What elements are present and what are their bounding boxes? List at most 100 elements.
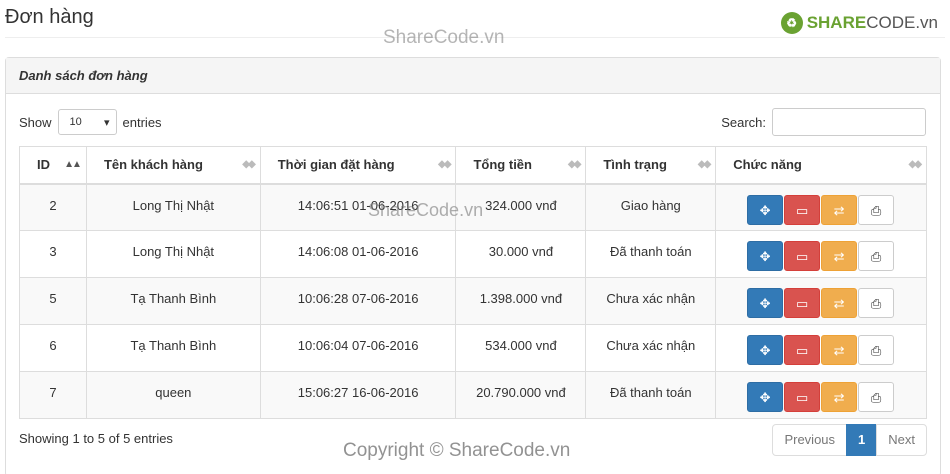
swap-button[interactable]: ⇄ — [821, 335, 858, 365]
search-control: Search: — [721, 108, 926, 136]
swap-button[interactable]: ⇄ — [821, 241, 858, 271]
next-button[interactable]: Next — [876, 424, 927, 456]
page-1-button[interactable]: 1 — [846, 424, 878, 456]
print-button[interactable]: ⎙ — [858, 194, 895, 225]
card-button[interactable]: ▭ — [784, 335, 821, 365]
search-input[interactable] — [772, 108, 926, 136]
swap-button[interactable]: ⇄ — [821, 382, 858, 412]
sort-icon: ◆◆ — [438, 159, 451, 170]
logo-share: SHARE — [806, 13, 867, 32]
panel-heading: Danh sách đơn hàng — [6, 58, 940, 94]
table-row: 7 queen 15:06:27 16-06-2016 20.790.000 vnđ Đ… — [19, 371, 927, 419]
sort-icon: ◆◆ — [908, 159, 922, 170]
view-button[interactable]: ✥ — [747, 194, 784, 225]
swap-button[interactable]: ⇄ — [821, 194, 858, 225]
row-actions: ✥ ▭ ⇄ ⎙ — [715, 371, 927, 419]
sort-icon: ◆◆ — [697, 159, 711, 170]
col-time-header[interactable]: Thời gian đặt hàng ◆◆ — [259, 146, 457, 185]
row-actions: ✥ ▭ ⇄ ⎙ — [715, 183, 927, 231]
table-row: 6 Tạ Thanh Bình 10:06:04 07-06-2016 534.000… — [19, 324, 927, 372]
row-customer: Tạ Thanh Bình — [85, 277, 261, 325]
header-label: Chức năng — [733, 157, 802, 173]
orders-table: ID ▲▲ Tên khách hàng ◆◆ Thời gian đặt hàng ◆◆… — [19, 146, 927, 419]
row-status: Chưa xác nhận — [585, 277, 717, 325]
header-label: Thời gian đặt hàng — [277, 157, 395, 173]
table-info: Showing 1 to 5 of 5 entries — [19, 431, 173, 446]
entries-value: 10 — [69, 116, 82, 128]
previous-button[interactable]: Previous — [772, 424, 848, 456]
search-label: Search: — [721, 114, 766, 130]
row-total: 324.000 vnđ — [455, 183, 587, 231]
row-id: 2 — [19, 183, 87, 231]
row-time: 14:06:51 01-06-2016 — [259, 183, 457, 231]
table-row: 2 Long Thị Nhật 14:06:51 01-06-2016 324.000… — [19, 183, 927, 231]
col-id-header[interactable]: ID ▲▲ — [19, 146, 87, 185]
view-button[interactable]: ✥ — [747, 241, 784, 271]
row-total: 30.000 vnđ — [455, 230, 587, 278]
sort-icon: ▲▲ — [64, 159, 82, 170]
caret-down-icon: ▾ — [104, 116, 110, 129]
row-customer: Tạ Thanh Bình — [85, 324, 261, 372]
row-time: 10:06:04 07-06-2016 — [259, 324, 457, 372]
row-time: 10:06:28 07-06-2016 — [259, 277, 457, 325]
header-label: Tên khách hàng — [103, 157, 203, 173]
row-id: 6 — [19, 324, 87, 372]
page-title: Đơn hàng — [5, 6, 94, 28]
entries-select[interactable]: 10 ▾ — [57, 109, 117, 135]
table-row: 3 Long Thị Nhật 14:06:08 01-06-2016 30.000 … — [19, 230, 927, 278]
header-label: ID — [37, 157, 50, 173]
recycle-icon: ♻ — [780, 12, 803, 34]
header-label: Tình trạng — [603, 157, 667, 173]
row-actions: ✥ ▭ ⇄ ⎙ — [715, 230, 927, 278]
row-status: Đã thanh toán — [585, 371, 717, 419]
row-total: 534.000 vnđ — [455, 324, 587, 372]
print-button[interactable]: ⎙ — [858, 382, 895, 412]
row-time: 15:06:27 16-06-2016 — [259, 371, 457, 419]
col-customer-header[interactable]: Tên khách hàng ◆◆ — [85, 146, 261, 185]
view-button[interactable]: ✥ — [747, 382, 784, 412]
print-button[interactable]: ⎙ — [858, 241, 895, 271]
card-button[interactable]: ▭ — [784, 288, 821, 318]
row-actions: ✥ ▭ ⇄ ⎙ — [715, 324, 927, 372]
card-button[interactable]: ▭ — [784, 241, 821, 271]
swap-icon: ⇄ — [833, 202, 845, 218]
show-label: Show — [19, 114, 52, 130]
row-total: 20.790.000 vnđ — [455, 371, 587, 419]
view-icon: ✥ — [759, 202, 771, 218]
view-button[interactable]: ✥ — [747, 335, 784, 365]
col-total-header[interactable]: Tổng tiền ◆◆ — [455, 146, 587, 185]
col-status-header[interactable]: Tình trạng ◆◆ — [585, 146, 717, 185]
row-status: Chưa xác nhận — [585, 324, 717, 372]
print-icon: ⎙ — [870, 343, 882, 358]
pagination: Previous 1 Next — [772, 424, 927, 456]
swap-icon: ⇄ — [833, 249, 845, 264]
card-icon: ▭ — [795, 343, 809, 358]
card-icon: ▭ — [795, 249, 809, 264]
row-total: 1.398.000 vnđ — [455, 277, 587, 325]
row-status: Đã thanh toán — [585, 230, 717, 278]
row-id: 5 — [19, 277, 87, 325]
print-button[interactable]: ⎙ — [858, 288, 895, 318]
swap-icon: ⇄ — [833, 343, 845, 358]
print-icon: ⎙ — [870, 390, 882, 405]
header-label: Tổng tiền — [473, 157, 532, 173]
swap-button[interactable]: ⇄ — [821, 288, 858, 318]
row-id: 7 — [19, 371, 87, 419]
col-actions-header[interactable]: Chức năng ◆◆ — [715, 146, 927, 185]
title-divider — [5, 37, 945, 38]
print-button[interactable]: ⎙ — [858, 335, 895, 365]
row-actions: ✥ ▭ ⇄ ⎙ — [715, 277, 927, 325]
view-icon: ✥ — [759, 296, 771, 311]
view-icon: ✥ — [759, 343, 771, 358]
card-button[interactable]: ▭ — [784, 382, 821, 412]
watermark-top: ShareCode.vn — [383, 27, 505, 48]
card-icon: ▭ — [795, 202, 809, 218]
swap-icon: ⇄ — [833, 296, 845, 311]
view-icon: ✥ — [759, 249, 771, 264]
card-button[interactable]: ▭ — [784, 194, 821, 225]
row-customer: Long Thị Nhật — [85, 230, 261, 278]
print-icon: ⎙ — [870, 202, 882, 218]
view-button[interactable]: ✥ — [747, 288, 784, 318]
print-icon: ⎙ — [870, 249, 882, 264]
sort-icon: ◆◆ — [242, 159, 255, 170]
